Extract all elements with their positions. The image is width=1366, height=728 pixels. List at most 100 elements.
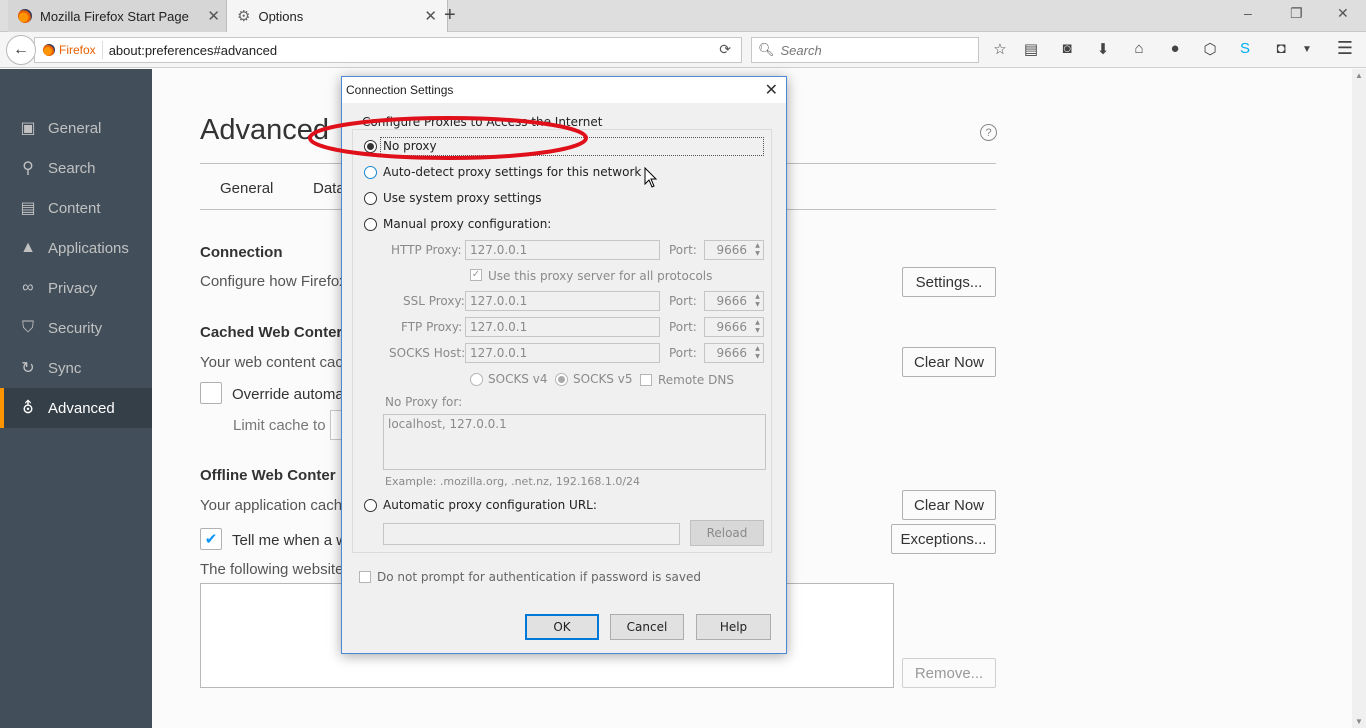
clear-cache-button[interactable]: Clear Now [902,347,996,377]
socks-v4-label: SOCKS v4 [488,372,548,386]
auto-config-url-input[interactable] [383,523,680,545]
tell-me-checkbox[interactable]: ✔ [200,528,222,550]
back-button[interactable]: ← [6,35,36,65]
new-tab-button[interactable]: + [444,4,456,27]
content-icon: ▤ [20,200,36,217]
sidebar-item-security[interactable]: ⛉ Security [0,308,152,348]
ok-button[interactable]: OK [525,614,599,640]
identity-box[interactable]: Firefox [35,41,103,59]
spinner-icon[interactable]: ▲ ▼ [753,242,762,258]
sidebar-item-content[interactable]: ▤ Content [0,188,152,228]
no-prompt-checkbox[interactable] [359,571,371,583]
spinner-icon[interactable]: ▲ ▼ [753,319,762,335]
close-tab-icon[interactable]: ✕ [424,7,437,25]
ssl-port-input[interactable]: 9666 ▲ ▼ [704,291,764,311]
chat-icon[interactable]: ● [1165,40,1185,57]
remote-dns-checkbox[interactable] [640,374,652,386]
clear-offline-button[interactable]: Clear Now [902,490,996,520]
extension-icon[interactable]: ⬡ [1200,40,1220,58]
preferences-sidebar: ▣ General ⚲ Search ▤ Content ▲ Applications … [0,69,152,728]
sync-icon: ↻ [21,360,35,377]
following-websites-label: The following website [200,561,344,578]
http-proxy-input[interactable]: 127.0.0.1 [465,240,660,260]
spinner-icon[interactable]: ▲ ▼ [753,293,762,309]
search-input[interactable]: 🔍︎ Search [751,37,979,63]
close-tab-icon[interactable]: ✕ [207,7,220,25]
scrollbar[interactable]: ▲ ▼ [1352,69,1366,728]
system-proxy-label[interactable]: Use system proxy settings [383,191,542,205]
privacy-icon: ∞ [22,279,34,296]
sidebar-item-general[interactable]: ▣ General [0,108,152,148]
download-icon[interactable]: ⬇ [1093,40,1113,58]
socks-port-input[interactable]: 9666 ▲ ▼ [704,343,764,363]
ssl-proxy-label: SSL Proxy: [403,294,465,308]
socks-v4-radio[interactable] [470,373,483,386]
help-icon[interactable]: ? [980,124,997,141]
ftp-port-label: Port: [669,320,697,334]
exceptions-button[interactable]: Exceptions... [891,524,996,554]
screenshot-icon[interactable]: ◘ [1271,40,1291,57]
auto-config-label[interactable]: Automatic proxy configuration URL: [383,498,597,512]
sidebar-item-sync[interactable]: ↻ Sync [0,348,152,388]
pocket-icon[interactable]: ◙ [1057,40,1077,57]
tab-general[interactable]: General [220,180,273,197]
help-button[interactable]: Help [696,614,771,640]
no-proxy-for-input[interactable]: localhost, 127.0.0.1 [383,414,766,470]
http-port-input[interactable]: 9666 ▲ ▼ [704,240,764,260]
reload-button[interactable]: Reload [690,520,764,546]
settings-button[interactable]: Settings... [902,267,996,297]
ssl-proxy-input[interactable]: 127.0.0.1 [465,291,660,311]
sidebar-item-search[interactable]: ⚲ Search [0,148,152,188]
limit-cache-label: Limit cache to [233,417,326,434]
ftp-proxy-label: FTP Proxy: [401,320,463,334]
restore-button[interactable]: ❐ [1290,5,1303,22]
auto-detect-radio[interactable] [364,166,377,179]
system-proxy-radio[interactable] [364,192,377,205]
ftp-port-input[interactable]: 9666 ▲ ▼ [704,317,764,337]
skype-icon[interactable]: S [1235,40,1255,57]
window-close-button[interactable]: ✕ [1337,5,1349,22]
url-text[interactable]: about:preferences#advanced [103,43,277,58]
sidebar-item-privacy[interactable]: ∞ Privacy [0,268,152,308]
cancel-button[interactable]: Cancel [610,614,684,640]
port-value: 9666 [716,294,747,308]
socks-v5-radio[interactable] [555,373,568,386]
auto-detect-label[interactable]: Auto-detect proxy settings for this netw… [383,165,641,179]
dropdown-icon[interactable]: ▼ [1297,44,1317,55]
sidebar-item-label: Applications [48,239,129,257]
override-cache-label: Override automa [232,386,344,403]
manual-proxy-radio[interactable] [364,218,377,231]
search-placeholder: Search [780,42,822,58]
tab-options[interactable]: ⚙ Options ✕ [226,0,448,32]
close-icon[interactable]: ✕ [765,80,778,100]
sidebar-item-label: Advanced [48,399,115,417]
ftp-proxy-input[interactable]: 127.0.0.1 [465,317,660,337]
tell-me-label: Tell me when a w [232,532,348,549]
offline-desc: Your application cach [200,497,343,514]
manual-proxy-label[interactable]: Manual proxy configuration: [383,217,551,231]
tab-data[interactable]: Data [313,180,345,197]
general-icon: ▣ [20,120,36,137]
url-bar[interactable]: Firefox about:preferences#advanced ⟳ [34,37,742,63]
socks-host-input[interactable]: 127.0.0.1 [465,343,660,363]
remove-button[interactable]: Remove... [902,658,996,688]
menu-icon[interactable]: ☰ [1335,38,1355,59]
override-cache-checkbox[interactable] [200,382,222,404]
auto-config-radio[interactable] [364,499,377,512]
reload-icon[interactable]: ⟳ [719,41,731,58]
use-all-checkbox[interactable]: ✓ [470,269,482,281]
reading-list-icon[interactable]: ▤ [1021,40,1041,58]
security-icon: ⛉ [21,319,34,336]
cache-desc: Your web content cac [200,354,343,371]
sidebar-item-advanced[interactable]: ⛢ Advanced [0,388,152,428]
tab-firefox-start[interactable]: Mozilla Firefox Start Page ✕ [8,0,230,32]
mouse-cursor-icon [644,167,658,188]
sidebar-item-label: Security [48,319,103,337]
remote-dns-label: Remote DNS [658,373,734,387]
sidebar-item-applications[interactable]: ▲ Applications [0,228,152,268]
spinner-icon[interactable]: ▲ ▼ [753,345,762,361]
minimize-button[interactable]: – [1244,5,1252,21]
offline-heading: Offline Web Conter [200,467,336,484]
home-icon[interactable]: ⌂ [1129,40,1149,57]
star-icon[interactable]: ☆ [990,40,1010,58]
